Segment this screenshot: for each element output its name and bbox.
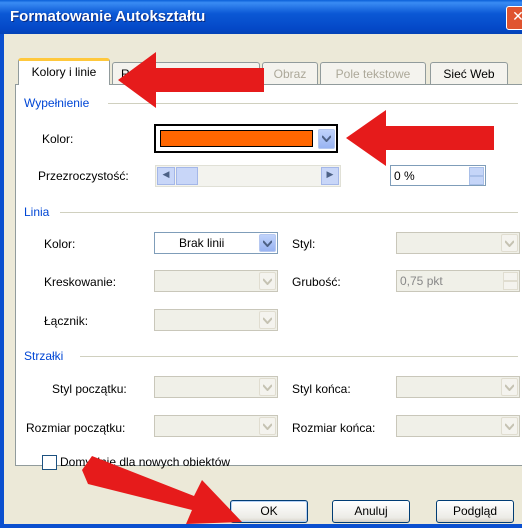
begin-size-label: Rozmiar początku: (26, 421, 126, 435)
chevron-down-icon (259, 311, 276, 329)
tab-web[interactable]: Sieć Web (430, 62, 508, 84)
tab-text-box[interactable]: Pole tekstowe (320, 62, 426, 84)
spinner-icon[interactable] (469, 167, 484, 185)
line-color-dropdown[interactable]: Brak linii (154, 232, 278, 254)
fill-color-dropdown[interactable] (154, 124, 338, 153)
tab-colors-and-lines[interactable]: Kolory i linie (18, 58, 110, 85)
weight-label: Grubość: (292, 275, 341, 289)
window-frame-bottom (0, 524, 522, 528)
dash-dropdown[interactable] (154, 270, 278, 292)
chevron-down-icon[interactable] (259, 234, 276, 252)
section-fill: Wypełnienie (24, 96, 90, 110)
chevron-down-icon (501, 378, 518, 396)
tab-picture[interactable]: Obraz (262, 62, 318, 84)
annotation-arrow-icon (118, 52, 264, 108)
begin-style-dropdown[interactable] (154, 376, 278, 398)
window-frame-left (0, 34, 4, 528)
fill-color-label: Kolor: (42, 132, 74, 146)
connector-label: Łącznik: (44, 314, 89, 328)
transparency-input[interactable]: 0 % (390, 165, 486, 186)
divider (60, 212, 518, 213)
close-button[interactable]: ✕ (506, 6, 522, 30)
slider-thumb[interactable] (176, 167, 198, 185)
cancel-button[interactable]: Anuluj (332, 500, 410, 523)
end-style-dropdown[interactable] (396, 376, 520, 398)
weight-value: 0,75 pkt (400, 274, 443, 288)
end-size-label: Rozmiar końca: (292, 421, 376, 435)
transparency-slider[interactable]: ◀ ▶ (155, 165, 341, 187)
line-color-value: Brak linii (179, 236, 225, 250)
transparency-value: 0 % (394, 169, 415, 183)
line-style-dropdown[interactable] (396, 232, 520, 254)
begin-style-label: Styl początku: (52, 382, 127, 396)
weight-input[interactable]: 0,75 pkt (396, 270, 520, 292)
spinner-icon (503, 272, 518, 290)
scroll-right-icon[interactable]: ▶ (321, 167, 339, 185)
annotation-arrow-icon (346, 110, 494, 166)
end-size-dropdown[interactable] (396, 415, 520, 437)
divider (80, 356, 518, 357)
begin-size-dropdown[interactable] (154, 415, 278, 437)
default-checkbox[interactable] (42, 455, 57, 470)
line-color-label: Kolor: (44, 237, 76, 251)
window-title: Formatowanie Autokształtu (10, 8, 206, 25)
chevron-down-icon (259, 417, 276, 435)
chevron-down-icon (501, 417, 518, 435)
section-line: Linia (24, 205, 50, 219)
connector-dropdown[interactable] (154, 309, 278, 331)
chevron-down-icon (501, 234, 518, 252)
dash-label: Kreskowanie: (44, 275, 117, 289)
chevron-down-icon (259, 272, 276, 290)
section-arrows: Strzałki (24, 349, 64, 363)
color-swatch (160, 130, 313, 147)
line-style-label: Styl: (292, 237, 316, 251)
annotation-arrow-icon (82, 456, 242, 524)
end-style-label: Styl końca: (292, 382, 351, 396)
preview-button[interactable]: Podgląd (436, 500, 514, 523)
transparency-label: Przezroczystość: (38, 169, 129, 183)
chevron-down-icon (259, 378, 276, 396)
chevron-down-icon[interactable] (318, 129, 335, 149)
scroll-left-icon[interactable]: ◀ (157, 167, 175, 185)
